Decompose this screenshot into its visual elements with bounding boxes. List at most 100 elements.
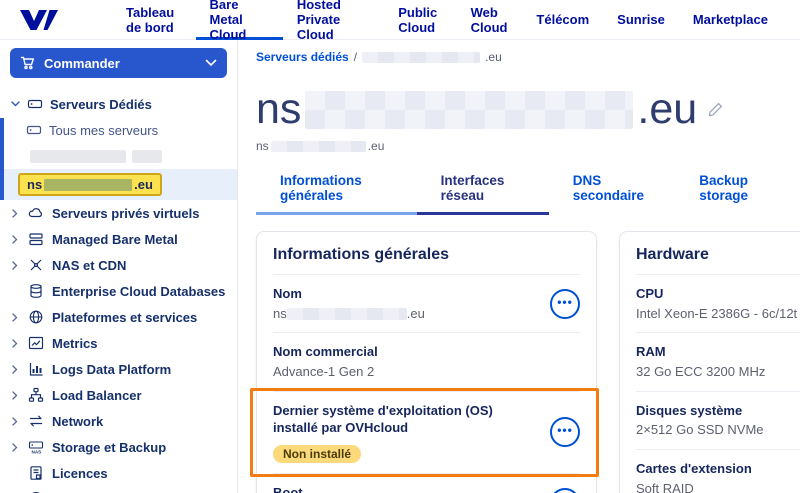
cpu-label: CPU: [636, 286, 664, 301]
sidebar-item-logs-data-platform[interactable]: Logs Data Platform: [0, 356, 237, 382]
chevron-down-icon: [10, 101, 20, 107]
sidebar-item-label: Serveurs Dédiés: [50, 96, 152, 112]
censored-block: [286, 308, 407, 321]
line-chart-icon: [28, 336, 44, 350]
sidebar-item-selected-server[interactable]: ns .eu: [4, 169, 237, 200]
status-badge-non-installe: Non installé: [273, 444, 362, 463]
nom-value: ns .eu: [273, 305, 425, 321]
sidebar-item-licences[interactable]: Licences: [0, 460, 237, 486]
nav-public-cloud[interactable]: Public Cloud: [384, 0, 456, 40]
ovhcloud-manager-page: Tableau de bord Bare Metal Cloud Hosted …: [0, 0, 800, 493]
sidebar-item-label: Managed Bare Metal: [52, 231, 178, 247]
licence-document-icon: [30, 466, 42, 480]
tab-backup-storage[interactable]: Backup storage: [675, 173, 800, 215]
top-header: Tableau de bord Bare Metal Cloud Hosted …: [0, 0, 800, 42]
title-prefix: ns: [256, 85, 302, 133]
nav-tableau-de-bord[interactable]: Tableau de bord: [112, 0, 196, 40]
highlighted-server-name: ns .eu: [18, 173, 162, 196]
nom-actions-button[interactable]: •••: [550, 288, 580, 319]
censored-block: [362, 51, 481, 63]
row-boot: Boot rescue64-pro (Customer rescue syste…: [273, 474, 580, 493]
nav-marketplace[interactable]: Marketplace: [679, 0, 782, 40]
subtitle-suffix: .eu: [367, 139, 385, 153]
sidebar-item-serveurs-prives-virtuels[interactable]: Serveurs privés virtuels: [0, 200, 237, 226]
row-disques-systeme: Disques système 2×512 Go SSD NVMe: [636, 392, 800, 451]
subtitle-prefix: ns: [256, 139, 269, 153]
chevron-right-icon: [12, 390, 18, 400]
nav-telecom[interactable]: Télécom: [522, 0, 603, 40]
row-dernier-os: Dernier système d'exploitation (OS) inst…: [250, 387, 599, 477]
network-arrows-icon: [29, 415, 43, 427]
cloud-icon: [28, 208, 42, 218]
breadcrumb-serveurs-dedies-link[interactable]: Serveurs dédiés: [256, 50, 349, 64]
boot-actions-button[interactable]: •••: [550, 487, 580, 493]
sidebar-item-load-balancer[interactable]: Load Balancer: [0, 382, 237, 408]
sidebar-item-metrics[interactable]: Metrics: [0, 330, 237, 356]
breadcrumb-separator: /: [353, 50, 358, 64]
card-title: Informations générales: [273, 246, 580, 275]
censored-block: [132, 150, 162, 163]
sidebar-item-tous-mes-serveurs[interactable]: Tous mes serveurs: [4, 118, 237, 142]
nom-commercial-value: Advance-1 Gen 2: [273, 363, 375, 379]
bar-chart-icon: [29, 363, 43, 376]
chevron-right-icon: [12, 260, 18, 270]
tab-dns-secondaire[interactable]: DNS secondaire: [549, 173, 675, 215]
sidebar-item-label: Tous mes serveurs: [49, 122, 159, 138]
row-nom: Nom ns .eu •••: [273, 275, 580, 334]
sidebar-item-serveurs-dedies[interactable]: Serveurs Dédiés: [0, 92, 237, 118]
dernier-os-actions-button[interactable]: •••: [550, 417, 580, 448]
chevron-right-icon: [12, 234, 18, 244]
page-subtitle: ns .eu: [256, 139, 800, 153]
sidebar-item-label: Storage et Backup: [52, 439, 167, 455]
cartes-extension-value: Soft RAID: [636, 480, 694, 493]
ellipsis-icon: •••: [557, 423, 573, 438]
censored-block: [30, 150, 126, 163]
cpu-value: Intel Xeon-E 2386G - 6c/12t - 3.5 GHz: [636, 305, 800, 321]
sidebar-item-label: NAS et CDN: [52, 257, 127, 273]
tab-informations-generales[interactable]: Informations générales: [256, 173, 417, 215]
sidebar-item-network[interactable]: Network: [0, 408, 237, 434]
ovhcloud-logo-icon[interactable]: [18, 7, 60, 33]
sidebar-item-ip[interactable]: IP IP: [0, 486, 237, 493]
main-content: Serveurs dédiés / .eu ns .eu ns .eu Info…: [238, 40, 800, 493]
row-cartes-extension: Cartes d'extension Soft RAID: [636, 450, 800, 493]
row-ram: RAM 32 Go ECC 3200 MHz: [636, 333, 800, 392]
nas-cdn-icon: [30, 259, 42, 271]
stacked-servers-icon: [29, 233, 43, 246]
sidebar-item-label: Logs Data Platform: [52, 361, 172, 377]
disques-value: 2×512 Go SSD NVMe: [636, 422, 764, 438]
commander-button[interactable]: Commander: [10, 48, 227, 78]
tab-interfaces-reseau[interactable]: Interfaces réseau: [416, 173, 549, 215]
server-icon: [27, 99, 43, 109]
nas-storage-icon: NAS: [28, 441, 44, 455]
serveurs-dedies-submenu: Tous mes serveurs ns .eu: [0, 118, 237, 200]
row-cpu: CPU Intel Xeon-E 2386G - 6c/12t - 3.5 GH…: [636, 275, 800, 334]
chevron-right-icon: [12, 364, 18, 374]
globe-icon: [29, 310, 43, 324]
server-name-suffix: .eu: [134, 177, 153, 192]
sidebar-item-plateformes-et-services[interactable]: Plateformes et services: [0, 304, 237, 330]
page-title: ns .eu: [256, 88, 800, 131]
sidebar-item-storage-et-backup[interactable]: NAS Storage et Backup: [0, 434, 237, 460]
disques-label: Disques système: [636, 402, 743, 418]
chevron-right-icon: [12, 208, 18, 218]
commander-label: Commander: [44, 55, 120, 71]
nav-sunrise[interactable]: Sunrise: [603, 0, 679, 40]
top-navigation: Tableau de bord Bare Metal Cloud Hosted …: [112, 0, 782, 42]
row-nom-commercial: Nom commercial Advance-1 Gen 2: [273, 333, 580, 392]
nav-bare-metal-cloud[interactable]: Bare Metal Cloud: [196, 0, 283, 42]
nav-hosted-private-cloud[interactable]: Hosted Private Cloud: [283, 0, 384, 42]
nom-commercial-label: Nom commercial: [273, 344, 378, 360]
cart-icon: [20, 56, 34, 70]
server-icon: [26, 125, 42, 135]
breadcrumb: Serveurs dédiés / .eu: [256, 50, 800, 64]
chevron-down-icon: [205, 59, 217, 67]
sidebar-item-managed-bare-metal[interactable]: Managed Bare Metal: [0, 226, 237, 252]
edit-name-button[interactable]: [707, 101, 724, 118]
nav-web-cloud[interactable]: Web Cloud: [457, 0, 523, 40]
hardware-card: Hardware CPU Intel Xeon-E 2386G - 6c/12t…: [619, 231, 800, 493]
sidebar-item-censored-server[interactable]: [30, 150, 237, 163]
sidebar-item-nas-et-cdn[interactable]: NAS et CDN: [0, 252, 237, 278]
sidebar-item-enterprise-cloud-databases[interactable]: Enterprise Cloud Databases: [0, 278, 237, 304]
boot-label: Boot: [273, 484, 303, 493]
